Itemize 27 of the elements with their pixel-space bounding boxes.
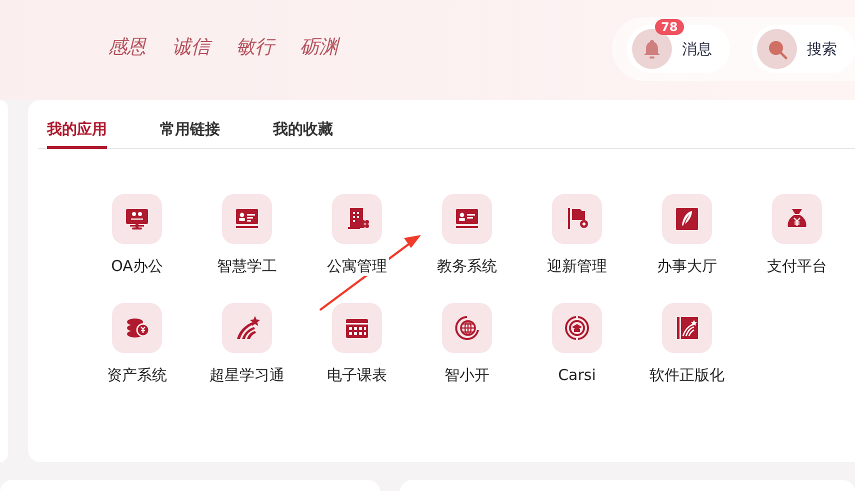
slogan-text: 砺渊 [300, 34, 338, 60]
app-link[interactable]: 支付平台 [753, 194, 841, 276]
search-icon [766, 38, 788, 60]
app-link[interactable]: 资产系统 [93, 303, 181, 385]
count-badge: 78 [655, 19, 684, 35]
app-link[interactable]: 智小开 [423, 303, 511, 385]
tab[interactable]: 我的收藏 [273, 120, 333, 149]
feather-icon [673, 205, 701, 233]
app-link[interactable]: 公寓管理 [313, 194, 401, 276]
slogan-text: 敏行 [236, 35, 274, 60]
app-link[interactable]: 超星学习通 [203, 303, 291, 385]
app-link[interactable]: 软件正版化 [643, 303, 731, 385]
globe-icon [453, 314, 481, 342]
slogan-text: 感恩 [108, 35, 146, 60]
search-button[interactable]: 搜索 [752, 25, 855, 73]
app-link[interactable]: 智慧学工 [203, 194, 291, 276]
app-link[interactable]: 办事大厅 [643, 194, 731, 276]
app-link[interactable]: Carsi [533, 303, 621, 384]
app-link[interactable]: 教务系统 [423, 194, 511, 276]
app-link[interactable]: 电子课表 [313, 303, 401, 385]
tab[interactable]: 常用链接 [160, 120, 220, 149]
slogan-text: 诚信 [172, 34, 210, 60]
app-link[interactable]: OA办公 [93, 194, 181, 276]
target-icon [563, 314, 591, 342]
tab[interactable]: 我的应用 [47, 120, 107, 149]
bell-icon [643, 39, 661, 59]
app-link[interactable]: 迎新管理 [533, 194, 621, 276]
